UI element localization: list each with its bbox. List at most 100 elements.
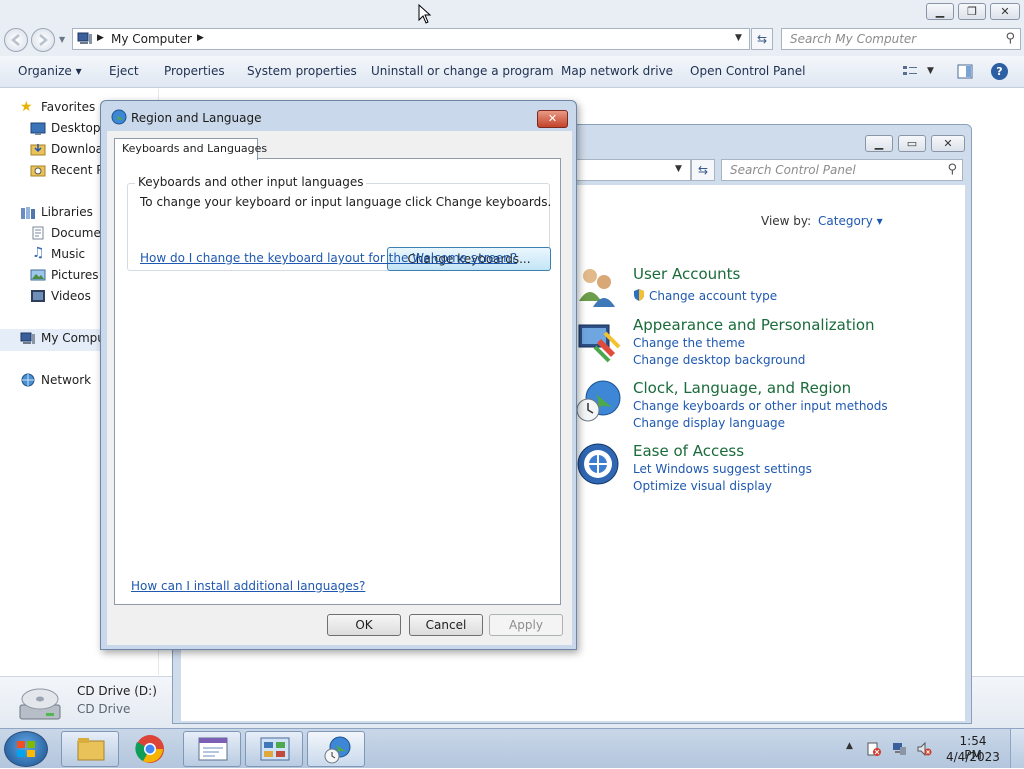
nav-network[interactable]: Network [41, 373, 91, 387]
organize-button[interactable]: Organize ▾ [18, 64, 82, 78]
back-button[interactable] [4, 28, 28, 52]
clock-globe-icon [324, 736, 351, 764]
search-box[interactable]: Search My Computer ⚲ [781, 28, 1021, 50]
libraries-icon [21, 207, 35, 219]
view-options-button[interactable] [902, 64, 918, 81]
show-desktop-button[interactable] [1010, 729, 1024, 768]
preview-pane-button[interactable] [957, 64, 973, 82]
recent-pages-dropdown[interactable]: ▼ [59, 35, 65, 44]
ok-button[interactable]: OK [327, 614, 401, 636]
address-bar[interactable]: ▶ My Computer ▶ ▼ [72, 28, 750, 50]
cp-maximize-button[interactable]: ▭ [898, 135, 926, 152]
taskbar-chrome[interactable] [128, 731, 174, 767]
breadcrumb-arrow-icon: ▶ [97, 33, 104, 43]
nav-libraries[interactable]: Libraries [41, 205, 93, 219]
link-windows-suggest-settings[interactable]: Let Windows suggest settings [633, 462, 812, 476]
documents-icon [32, 226, 44, 240]
cp-address-dropdown-icon[interactable]: ▼ [675, 164, 682, 174]
address-text: My Computer [111, 32, 192, 46]
nav-documents[interactable]: Documer [51, 226, 106, 240]
preview-pane-icon [957, 64, 973, 79]
close-button[interactable]: ✕ [990, 3, 1020, 20]
view-by-dropdown[interactable]: Category ▾ [818, 214, 883, 228]
pictures-icon [30, 269, 46, 281]
downloads-folder-icon [30, 144, 46, 156]
taskbar: ▲ 1:54 PM 4/4/2023 [0, 728, 1024, 768]
apply-button[interactable]: Apply [489, 614, 563, 636]
welcome-screen-help-link[interactable]: How do I change the keyboard layout for … [140, 251, 517, 265]
map-network-drive-button[interactable]: Map network drive [561, 64, 673, 78]
cancel-button[interactable]: Cancel [409, 614, 483, 636]
dialog-close-button[interactable]: ✕ [537, 110, 568, 128]
minimize-button[interactable]: ▁ [926, 3, 954, 20]
details-name: CD Drive (D:) [77, 684, 157, 698]
cp-address-bar[interactable]: ▼ [573, 159, 691, 181]
cp-search-box[interactable]: Search Control Panel ⚲ [721, 159, 963, 181]
address-dropdown-icon[interactable]: ▼ [735, 33, 742, 43]
tab-panel: Change keyboards... Keyboards and other … [114, 158, 561, 605]
appearance-icon [578, 324, 621, 363]
nav-recent-places[interactable]: Recent Pl [51, 163, 107, 177]
link-optimize-visual-display[interactable]: Optimize visual display [633, 479, 772, 493]
cp-refresh-button[interactable]: ⇆ [691, 159, 715, 181]
videos-icon [31, 290, 45, 302]
chrome-icon [135, 735, 164, 763]
start-button[interactable] [4, 731, 48, 767]
cp-minimize-button[interactable]: ▁ [865, 135, 893, 152]
uninstall-program-button[interactable]: Uninstall or change a program [371, 64, 554, 78]
help-icon: ? [996, 65, 1003, 78]
link-change-keyboards[interactable]: Change keyboards or other input methods [633, 399, 888, 413]
taskbar-region-language[interactable] [307, 731, 365, 767]
explorer-nav-bar: ▼ ▶ My Computer ▶ ▼ ⇆ Search My Computer… [0, 24, 1024, 56]
forward-button[interactable] [31, 28, 55, 52]
eject-button[interactable]: Eject [109, 64, 139, 78]
taskbar-app[interactable] [183, 731, 241, 767]
install-languages-link[interactable]: How can I install additional languages? [131, 579, 365, 593]
show-hidden-icons-button[interactable]: ▲ [846, 741, 853, 751]
category-ease-of-access[interactable]: Ease of Access [633, 442, 744, 460]
forward-arrow-icon [39, 34, 48, 46]
refresh-icon: ⇆ [697, 163, 709, 177]
cp-close-button[interactable]: ✕ [931, 135, 965, 152]
link-change-display-language[interactable]: Change display language [633, 416, 785, 430]
system-properties-button[interactable]: System properties [247, 64, 357, 78]
group-label: Keyboards and other input languages [135, 175, 367, 189]
category-clock-language-region[interactable]: Clock, Language, and Region [633, 379, 851, 397]
back-arrow-icon [11, 34, 20, 46]
properties-button[interactable]: Properties [164, 64, 225, 78]
nav-pictures[interactable]: Pictures [51, 268, 99, 282]
category-appearance[interactable]: Appearance and Personalization [633, 316, 875, 334]
network-icon [21, 373, 35, 387]
nav-my-computer[interactable]: My Compu [41, 331, 105, 345]
action-center-icon[interactable] [866, 741, 882, 757]
link-change-desktop-background[interactable]: Change desktop background [633, 353, 805, 367]
computer-icon [77, 32, 92, 44]
taskbar-control-panel[interactable] [245, 731, 303, 767]
link-change-account-type[interactable]: Change account type [649, 289, 777, 303]
view-dropdown-icon[interactable]: ▼ [927, 66, 934, 76]
nav-desktop[interactable]: Desktop [51, 121, 101, 135]
refresh-icon: ⇆ [756, 32, 768, 46]
help-button[interactable]: ? [991, 63, 1008, 80]
nav-favorites[interactable]: Favorites [41, 100, 95, 114]
network-status-icon[interactable] [891, 741, 907, 757]
close-icon: ✕ [1000, 5, 1010, 18]
group-description: To change your keyboard or input languag… [140, 195, 552, 209]
restore-button[interactable]: ❐ [958, 3, 986, 20]
open-control-panel-button[interactable]: Open Control Panel [690, 64, 805, 78]
volume-muted-icon[interactable] [916, 741, 932, 757]
tab-keyboards-languages[interactable]: Keyboards and Languages [114, 138, 267, 160]
search-placeholder: Search My Computer [790, 32, 917, 46]
link-change-theme[interactable]: Change the theme [633, 336, 745, 350]
music-icon: ♫ [32, 245, 45, 261]
clock-date[interactable]: 4/4/2023 [946, 750, 1000, 764]
breadcrumb-arrow-icon[interactable]: ▶ [197, 33, 204, 43]
taskbar-explorer[interactable] [61, 731, 119, 767]
nav-videos[interactable]: Videos [51, 289, 91, 303]
favorites-star-icon: ★ [20, 99, 33, 115]
refresh-button[interactable]: ⇆ [751, 28, 773, 50]
category-user-accounts[interactable]: User Accounts [633, 265, 740, 283]
window-app-icon [198, 737, 228, 761]
minimize-icon: ▁ [935, 5, 945, 18]
nav-music[interactable]: Music [51, 247, 85, 261]
